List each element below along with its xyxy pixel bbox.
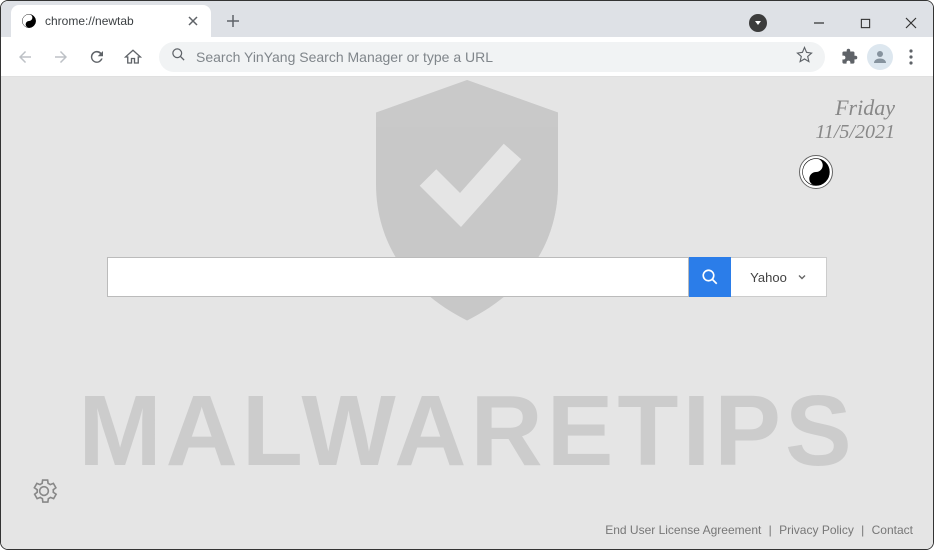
tab-close-icon[interactable] bbox=[185, 13, 201, 29]
omnibox[interactable]: Search YinYang Search Manager or type a … bbox=[159, 42, 825, 72]
date-widget: Friday 11/5/2021 bbox=[815, 95, 895, 144]
privacy-link[interactable]: Privacy Policy bbox=[779, 523, 854, 537]
provider-label: Yahoo bbox=[750, 270, 787, 285]
home-button[interactable] bbox=[117, 41, 149, 73]
search-icon bbox=[171, 47, 186, 67]
profile-button[interactable] bbox=[867, 44, 893, 70]
reload-button[interactable] bbox=[81, 41, 113, 73]
titlebar: chrome://newtab bbox=[1, 1, 933, 37]
forward-button[interactable] bbox=[45, 41, 77, 73]
window-controls bbox=[749, 1, 933, 37]
bookmark-star-icon[interactable] bbox=[796, 46, 813, 68]
eula-link[interactable]: End User License Agreement bbox=[605, 523, 761, 537]
browser-tab[interactable]: chrome://newtab bbox=[11, 5, 211, 37]
search-input[interactable] bbox=[107, 257, 689, 297]
download-indicator-icon[interactable] bbox=[749, 14, 767, 32]
search-button[interactable] bbox=[689, 257, 731, 297]
menu-button[interactable] bbox=[897, 43, 925, 71]
separator: | bbox=[769, 523, 772, 537]
contact-link[interactable]: Contact bbox=[872, 523, 913, 537]
new-tab-button[interactable] bbox=[219, 7, 247, 35]
back-button[interactable] bbox=[9, 41, 41, 73]
minimize-button[interactable] bbox=[805, 11, 833, 35]
yinyang-favicon-icon bbox=[21, 13, 37, 29]
search-provider-select[interactable]: Yahoo bbox=[731, 257, 827, 297]
chevron-down-icon bbox=[797, 272, 807, 282]
tab-title: chrome://newtab bbox=[45, 14, 177, 28]
maximize-button[interactable] bbox=[851, 11, 879, 35]
watermark-text: MALWARETIPS bbox=[78, 374, 855, 489]
close-window-button[interactable] bbox=[897, 11, 925, 35]
settings-gear-icon[interactable] bbox=[29, 476, 59, 511]
extensions-button[interactable] bbox=[835, 43, 863, 71]
date-value: 11/5/2021 bbox=[815, 121, 895, 144]
omnibox-placeholder: Search YinYang Search Manager or type a … bbox=[196, 49, 786, 65]
separator: | bbox=[861, 523, 864, 537]
page-content: MALWARETIPS Friday 11/5/2021 Yahoo End U… bbox=[1, 77, 933, 549]
footer-links: End User License Agreement | Privacy Pol… bbox=[605, 523, 913, 537]
toolbar: Search YinYang Search Manager or type a … bbox=[1, 37, 933, 77]
date-day: Friday bbox=[815, 95, 895, 121]
search-row: Yahoo bbox=[107, 257, 827, 297]
yinyang-logo-icon bbox=[799, 155, 833, 189]
